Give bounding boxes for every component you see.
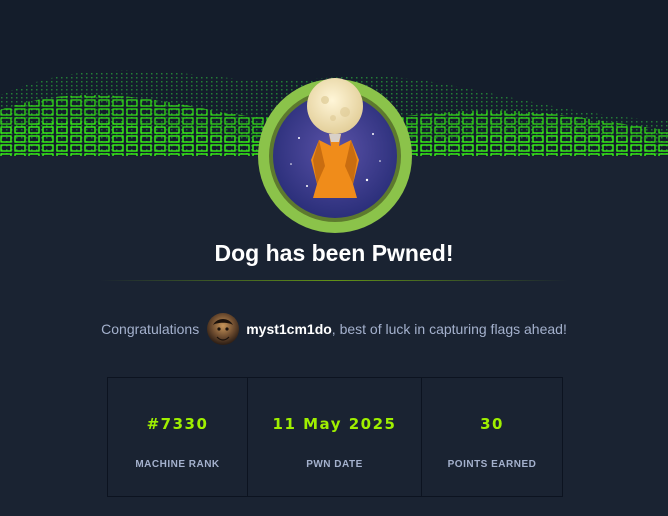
machine-badge (255, 76, 415, 236)
divider (100, 280, 568, 281)
congrats-message: Congratulations myst1cm1do , best of luc… (0, 312, 668, 346)
stat-points-earned: 30 POINTS EARNED (421, 378, 562, 496)
stat-value: 30 (480, 415, 504, 433)
avatar[interactable] (207, 313, 240, 345)
congrats-prefix: Congratulations (101, 321, 200, 337)
stat-value: #7330 (146, 415, 209, 433)
congrats-suffix: , best of luck in capturing flags ahead! (331, 321, 567, 337)
stat-label: PWN DATE (306, 459, 363, 470)
stat-machine-rank: #7330 MACHINE RANK (108, 378, 247, 496)
stat-label: MACHINE RANK (135, 459, 220, 470)
username-link[interactable]: myst1cm1do (246, 321, 332, 337)
stat-value: 11 May 2025 (272, 415, 397, 433)
stat-pwn-date: 11 May 2025 PWN DATE (247, 378, 421, 496)
stat-label: POINTS EARNED (447, 459, 537, 470)
stats-panel: #7330 MACHINE RANK 11 May 2025 PWN DATE … (107, 377, 563, 497)
page-title: Dog has been Pwned! (214, 240, 454, 266)
dog-moon-icon (258, 78, 412, 233)
